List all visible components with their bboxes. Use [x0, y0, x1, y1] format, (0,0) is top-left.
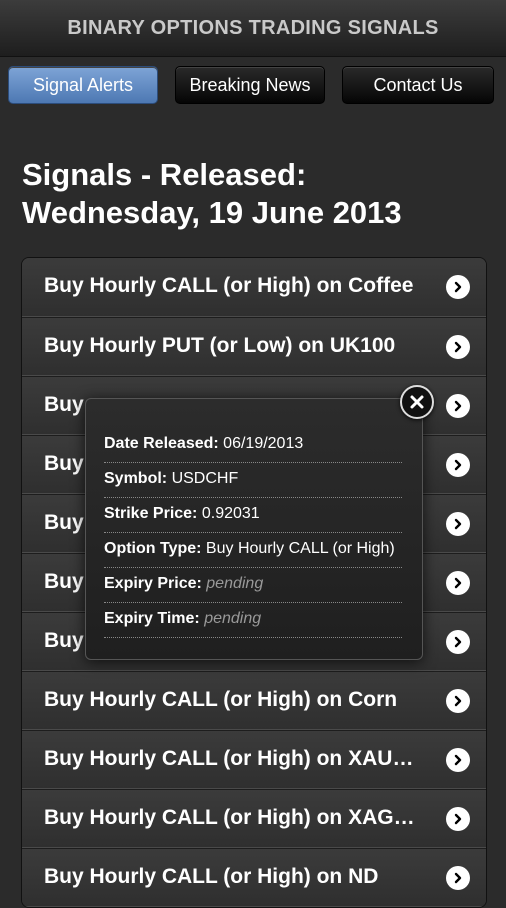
- chevron-right-icon[interactable]: [446, 512, 470, 536]
- option-type-label: Option Type:: [104, 540, 202, 557]
- close-icon[interactable]: [400, 385, 434, 419]
- signal-label: Buy Hourly CALL (or High) on XAGU...: [44, 806, 424, 829]
- expiry-price-label: Expiry Price:: [104, 575, 202, 592]
- symbol-field: Symbol: USDCHF: [104, 464, 402, 498]
- page-title-date: Wednesday, 19 June 2013: [22, 195, 402, 230]
- chevron-right-icon[interactable]: [446, 571, 470, 595]
- chevron-right-icon[interactable]: [446, 275, 470, 299]
- list-item[interactable]: Buy Hourly CALL (or High) on XAUU...: [22, 730, 486, 789]
- option-type-field: Option Type: Buy Hourly CALL (or High): [104, 534, 402, 568]
- signal-label: Buy Hourly CALL (or High) on Corn: [44, 688, 398, 711]
- symbol-label: Symbol:: [104, 470, 168, 487]
- strike-price-label: Strike Price:: [104, 505, 198, 522]
- chevron-right-icon[interactable]: [446, 335, 470, 359]
- chevron-right-icon[interactable]: [446, 394, 470, 418]
- expiry-price-field: Expiry Price: pending: [104, 569, 402, 603]
- strike-price-field: Strike Price: 0.92031: [104, 499, 402, 533]
- list-item[interactable]: Buy Hourly CALL (or High) on Corn: [22, 671, 486, 730]
- tab-signal-alerts[interactable]: Signal Alerts: [8, 66, 158, 104]
- expiry-time-label: Expiry Time:: [104, 610, 200, 627]
- tab-breaking-news[interactable]: Breaking News: [175, 66, 325, 104]
- chevron-right-icon[interactable]: [446, 748, 470, 772]
- symbol-value: USDCHF: [171, 470, 239, 487]
- chevron-right-icon[interactable]: [446, 807, 470, 831]
- expiry-time-field: Expiry Time: pending: [104, 604, 402, 638]
- expiry-price-value: pending: [206, 575, 264, 592]
- expiry-time-value: pending: [204, 610, 262, 627]
- list-item[interactable]: Buy Hourly PUT (or Low) on UK100: [22, 317, 486, 376]
- signal-label: Buy Hourly CALL (or High) on ND: [44, 865, 379, 888]
- tab-bar: Signal Alerts Breaking News Contact Us: [8, 66, 498, 106]
- date-released-label: Date Released:: [104, 435, 219, 452]
- page-title: Signals - Released: Wednesday, 19 June 2…: [22, 156, 492, 232]
- chevron-right-icon[interactable]: [446, 866, 470, 890]
- list-item[interactable]: Buy Hourly CALL (or High) on XAGU...: [22, 789, 486, 848]
- chevron-right-icon[interactable]: [446, 453, 470, 477]
- chevron-right-icon[interactable]: [446, 689, 470, 713]
- signal-detail-popup: Date Released: 06/19/2013 Symbol: USDCHF…: [85, 398, 423, 660]
- strike-price-value: 0.92031: [201, 505, 260, 522]
- list-item[interactable]: Buy Hourly CALL (or High) on Coffee: [22, 258, 486, 317]
- date-released-field: Date Released: 06/19/2013: [104, 429, 402, 463]
- signal-label: Buy Hourly CALL (or High) on XAUU...: [44, 747, 424, 770]
- list-item[interactable]: Buy Hourly CALL (or High) on ND: [22, 848, 486, 907]
- chevron-right-icon[interactable]: [446, 630, 470, 654]
- signal-label: Buy Hourly PUT (or Low) on UK100: [44, 334, 396, 357]
- page-title-line1: Signals - Released:: [22, 157, 307, 192]
- option-type-value: Buy Hourly CALL (or High): [205, 540, 395, 557]
- signal-label: Buy Hourly CALL (or High) on Coffee: [44, 274, 414, 297]
- app-title-bar: BINARY OPTIONS TRADING SIGNALS: [0, 0, 506, 57]
- date-released-value: 06/19/2013: [223, 435, 304, 452]
- app-title: BINARY OPTIONS TRADING SIGNALS: [67, 16, 439, 39]
- tab-contact-us[interactable]: Contact Us: [342, 66, 494, 104]
